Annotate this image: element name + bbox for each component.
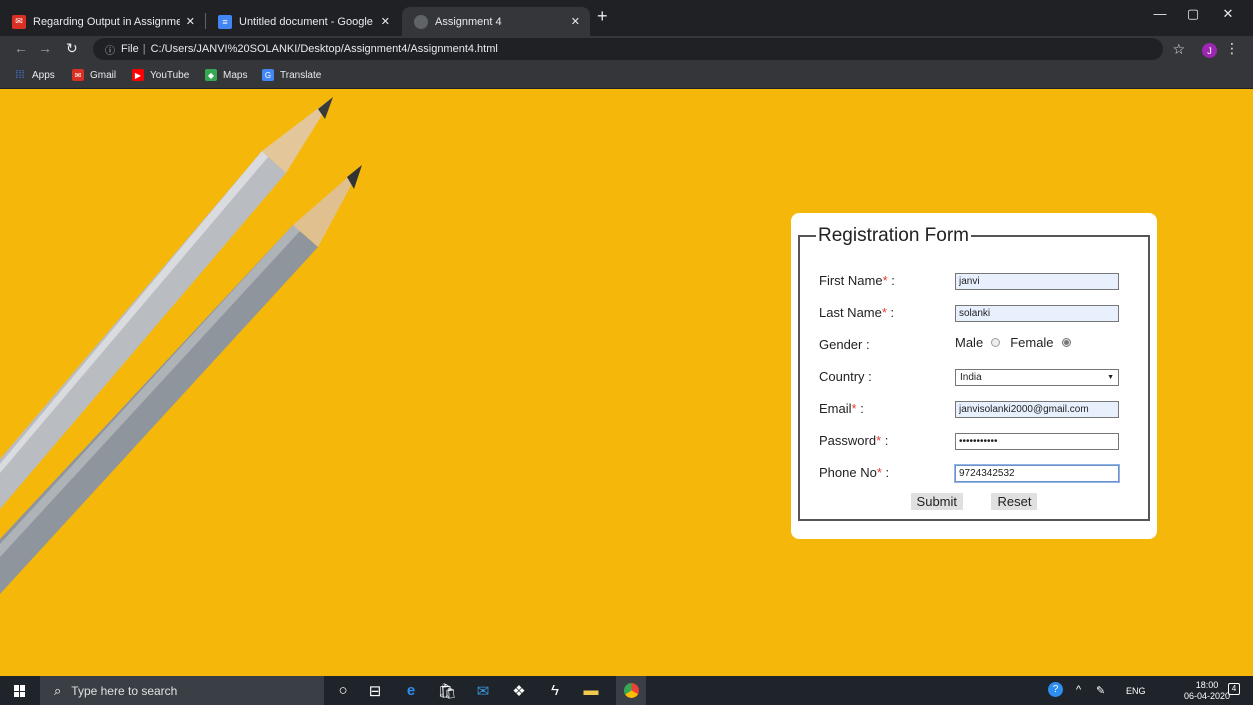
tab-assignment-4[interactable]: Assignment 4 ✕	[402, 7, 590, 36]
bookmark-youtube[interactable]: ▶ YouTube	[132, 69, 189, 81]
country-select[interactable]: India ▼	[955, 369, 1119, 386]
close-icon[interactable]: ✕	[381, 15, 390, 28]
phone-label: Phone No* :	[819, 465, 890, 480]
email-row: Email* :	[812, 395, 1136, 427]
globe-icon	[414, 14, 428, 29]
gmail-icon: ✉	[12, 14, 26, 29]
phone-row: Phone No* :	[812, 459, 1136, 491]
windows-start-icon[interactable]	[14, 685, 26, 697]
page-viewport: Registration Form First Name* : Last Nam…	[0, 89, 1253, 676]
last-name-row: Last Name* :	[812, 299, 1136, 331]
close-icon[interactable]: ✕	[571, 15, 580, 28]
bookmark-apps[interactable]: ⁞⁞⁞ Apps	[14, 69, 54, 81]
email-input[interactable]	[955, 401, 1119, 418]
clock[interactable]: 18:00 06-04-2020	[1184, 680, 1230, 702]
file-explorer-icon[interactable]: ▬	[580, 681, 602, 700]
chrome-icon[interactable]	[616, 676, 646, 705]
password-label: Password* :	[819, 433, 889, 448]
phone-input[interactable]	[954, 464, 1120, 483]
email-label: Email* :	[819, 401, 864, 416]
gender-male-radio[interactable]	[991, 338, 1001, 347]
apps-grid-icon: ⁞⁞⁞	[15, 69, 25, 81]
cortana-icon[interactable]: ○	[332, 681, 354, 700]
edge-icon[interactable]: e	[400, 681, 422, 700]
maps-icon: ◆	[205, 69, 217, 81]
help-icon[interactable]: ?	[1048, 682, 1063, 697]
close-window-icon[interactable]: ✕	[1213, 6, 1243, 22]
gender-female-label: Female	[1010, 335, 1054, 350]
password-row: Password* :	[812, 427, 1136, 459]
language-indicator[interactable]: ENG	[1126, 686, 1146, 696]
bookmark-star-icon[interactable]: ☆	[1172, 41, 1185, 58]
windows-taskbar: ⌕ Type here to search ○ ⊟ e 🛍 ✉ ❖ ϟ ▬ ? …	[0, 676, 1253, 705]
browser-tab-bar: ✉ Regarding Output in Assignment ✕ ≡ Unt…	[0, 0, 1253, 36]
task-view-icon[interactable]: ⊟	[364, 681, 386, 700]
mail-icon[interactable]: ✉	[472, 681, 494, 700]
notification-icon[interactable]: 4	[1228, 682, 1240, 695]
gender-label: Gender :	[819, 337, 870, 352]
address-bar-row: ← → ↻ ⓘ File | C:/Users/JANVI%20SOLANKI/…	[0, 36, 1253, 62]
gender-radio-group: Male Female	[955, 335, 1081, 350]
country-label: Country :	[819, 369, 872, 384]
docs-icon: ≡	[218, 14, 232, 29]
minimize-icon[interactable]: —	[1145, 6, 1175, 21]
chevron-up-icon[interactable]: ^	[1076, 684, 1081, 696]
tab-google-docs[interactable]: ≡ Untitled document - Google Doc ✕	[206, 7, 400, 36]
reload-icon[interactable]: ↻	[66, 40, 78, 57]
app-icon[interactable]: ϟ	[544, 681, 566, 700]
bookmark-maps[interactable]: ◆ Maps	[205, 69, 247, 81]
forward-icon[interactable]: →	[38, 40, 52, 56]
search-icon: ⌕	[54, 682, 62, 698]
dropbox-icon[interactable]: ❖	[508, 681, 530, 700]
translate-icon: G	[262, 69, 274, 81]
form-buttons: Submit Reset	[791, 493, 1157, 511]
back-icon[interactable]: ←	[14, 40, 28, 56]
maximize-icon[interactable]: ▢	[1178, 6, 1208, 22]
youtube-icon: ▶	[132, 69, 144, 81]
last-name-input[interactable]	[955, 305, 1119, 322]
tab-gmail[interactable]: ✉ Regarding Output in Assignment ✕	[0, 7, 205, 36]
new-tab-button[interactable]: +	[597, 6, 608, 27]
avatar[interactable]: J	[1202, 43, 1217, 58]
reset-button[interactable]: Reset	[991, 493, 1038, 510]
bookmark-gmail[interactable]: ✉ Gmail	[72, 69, 116, 81]
first-name-input[interactable]	[955, 273, 1119, 290]
first-name-row: First Name* :	[812, 267, 1136, 299]
password-input[interactable]	[955, 433, 1119, 450]
close-icon[interactable]: ✕	[186, 15, 195, 28]
menu-icon[interactable]: ⋮	[1225, 40, 1239, 57]
gender-male-label: Male	[955, 335, 984, 350]
gender-row: Gender : Male Female	[812, 331, 1136, 363]
gender-female-radio[interactable]	[1061, 338, 1071, 347]
bookmarks-bar: ⁞⁞⁞ Apps ✉ Gmail ▶ YouTube ◆ Maps G Tran…	[0, 62, 1253, 89]
registration-fieldset: Registration Form First Name* : Last Nam…	[798, 225, 1150, 521]
pen-icon[interactable]: ✎	[1096, 684, 1105, 697]
last-name-label: Last Name* :	[819, 305, 895, 320]
taskbar-search[interactable]: ⌕ Type here to search	[40, 676, 324, 705]
bookmark-translate[interactable]: G Translate	[262, 69, 321, 81]
info-icon[interactable]: ⓘ	[105, 42, 115, 57]
registration-form-card: Registration Form First Name* : Last Nam…	[791, 213, 1157, 539]
url-input[interactable]: ⓘ File | C:/Users/JANVI%20SOLANKI/Deskto…	[93, 38, 1163, 60]
form-title: Registration Form	[818, 225, 969, 246]
first-name-label: First Name* :	[819, 273, 895, 288]
chevron-down-icon: ▼	[1107, 374, 1114, 381]
store-icon[interactable]: 🛍	[436, 681, 458, 700]
country-row: Country : India ▼	[812, 363, 1136, 395]
gmail-icon: ✉	[72, 69, 84, 81]
url-text: C:/Users/JANVI%20SOLANKI/Desktop/Assignm…	[150, 43, 498, 55]
submit-button[interactable]: Submit	[910, 493, 964, 510]
